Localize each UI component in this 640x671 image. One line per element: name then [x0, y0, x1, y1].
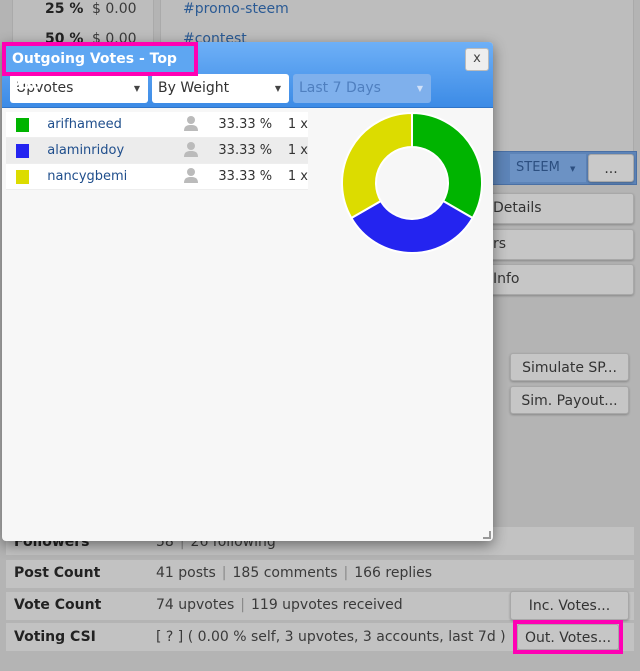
vote-count-label: Vote Count [14, 597, 102, 613]
vote-count: 1 x [287, 169, 309, 184]
donut-slice-alaminridoy[interactable] [350, 199, 474, 254]
weight-amount: $ 0.00 [92, 1, 137, 17]
chevron-down-icon: ▼ [133, 84, 140, 93]
vote-percent: 33.33 % [218, 117, 273, 132]
color-swatch [16, 143, 30, 158]
vote-row: alaminridoy 33.33 % 1 x [6, 138, 308, 164]
currency-value: STEEM [516, 160, 560, 175]
sim-payout-button[interactable]: Sim. Payout... [510, 386, 629, 414]
voting-csi-label: Voting CSI [14, 629, 96, 645]
dialog-title: Outgoing Votes - Top 250 [6, 46, 194, 93]
votes-donut-chart [341, 111, 483, 254]
account-link[interactable]: arifhameed [47, 117, 170, 132]
menu-label: Info [493, 271, 520, 287]
account-link[interactable]: nancygbemi [47, 169, 170, 184]
post-count-label: Post Count [14, 565, 101, 581]
user-icon[interactable] [170, 115, 212, 135]
sort-select[interactable]: By Weight ▼ [152, 74, 289, 103]
voting-csi-value: [ ? ] ( 0.00 % self, 3 upvotes, 3 accoun… [156, 629, 506, 645]
menu-label: rs [493, 236, 507, 252]
menu-label: Details [493, 200, 542, 216]
highlight-box: Outgoing Votes - Top 250 [2, 42, 198, 93]
menu-item[interactable]: rs [490, 229, 634, 260]
resize-handle[interactable] [483, 531, 491, 539]
period-value: Last 7 Days [299, 80, 381, 96]
close-button[interactable]: x [465, 48, 489, 71]
vote-count-value: 74 upvotes | 119 upvotes received [156, 597, 403, 613]
user-icon[interactable] [170, 167, 212, 187]
chevron-down-icon: ▼ [569, 165, 576, 173]
weight-pct: 25 % [45, 1, 84, 17]
vote-count: 1 x [287, 117, 309, 132]
vote-percent: 33.33 % [218, 143, 273, 158]
chevron-down-icon: ▼ [274, 84, 281, 93]
account-link[interactable]: alaminridoy [47, 143, 170, 158]
color-swatch [16, 169, 30, 184]
votes-list: arifhameed 33.33 % 1 x alaminridoy 33.33 % 1 … [6, 112, 308, 190]
currency-select[interactable]: STEEM ▼ [510, 154, 586, 182]
vote-percent: 33.33 % [218, 169, 273, 184]
inc-votes-button[interactable]: Inc. Votes... [510, 591, 629, 620]
chevron-down-icon: ▼ [416, 84, 423, 93]
post-count-value: 41 posts | 185 comments | 166 replies [156, 565, 433, 581]
more-button[interactable]: ... [588, 154, 634, 182]
vote-count: 1 x [287, 143, 309, 158]
highlight-box [513, 620, 623, 654]
outgoing-votes-dialog: x Upvotes ▼ By Weight ▼ Last 7 Days ▼ arifh… [2, 42, 493, 541]
user-icon[interactable] [170, 141, 212, 161]
donut-slice-nancygbemi[interactable] [341, 111, 413, 220]
vote-row: arifhameed 33.33 % 1 x [6, 112, 308, 138]
tag-link[interactable]: #promo-steem [183, 1, 289, 17]
vote-row: nancygbemi 33.33 % 1 x [6, 164, 308, 190]
color-swatch [16, 117, 30, 132]
menu-info[interactable]: Info [490, 264, 634, 295]
menu-details[interactable]: Details [490, 193, 634, 224]
simulate-sp-button[interactable]: Simulate SP... [510, 353, 629, 381]
period-select[interactable]: Last 7 Days ▼ [293, 74, 431, 103]
sort-value: By Weight [158, 80, 230, 96]
